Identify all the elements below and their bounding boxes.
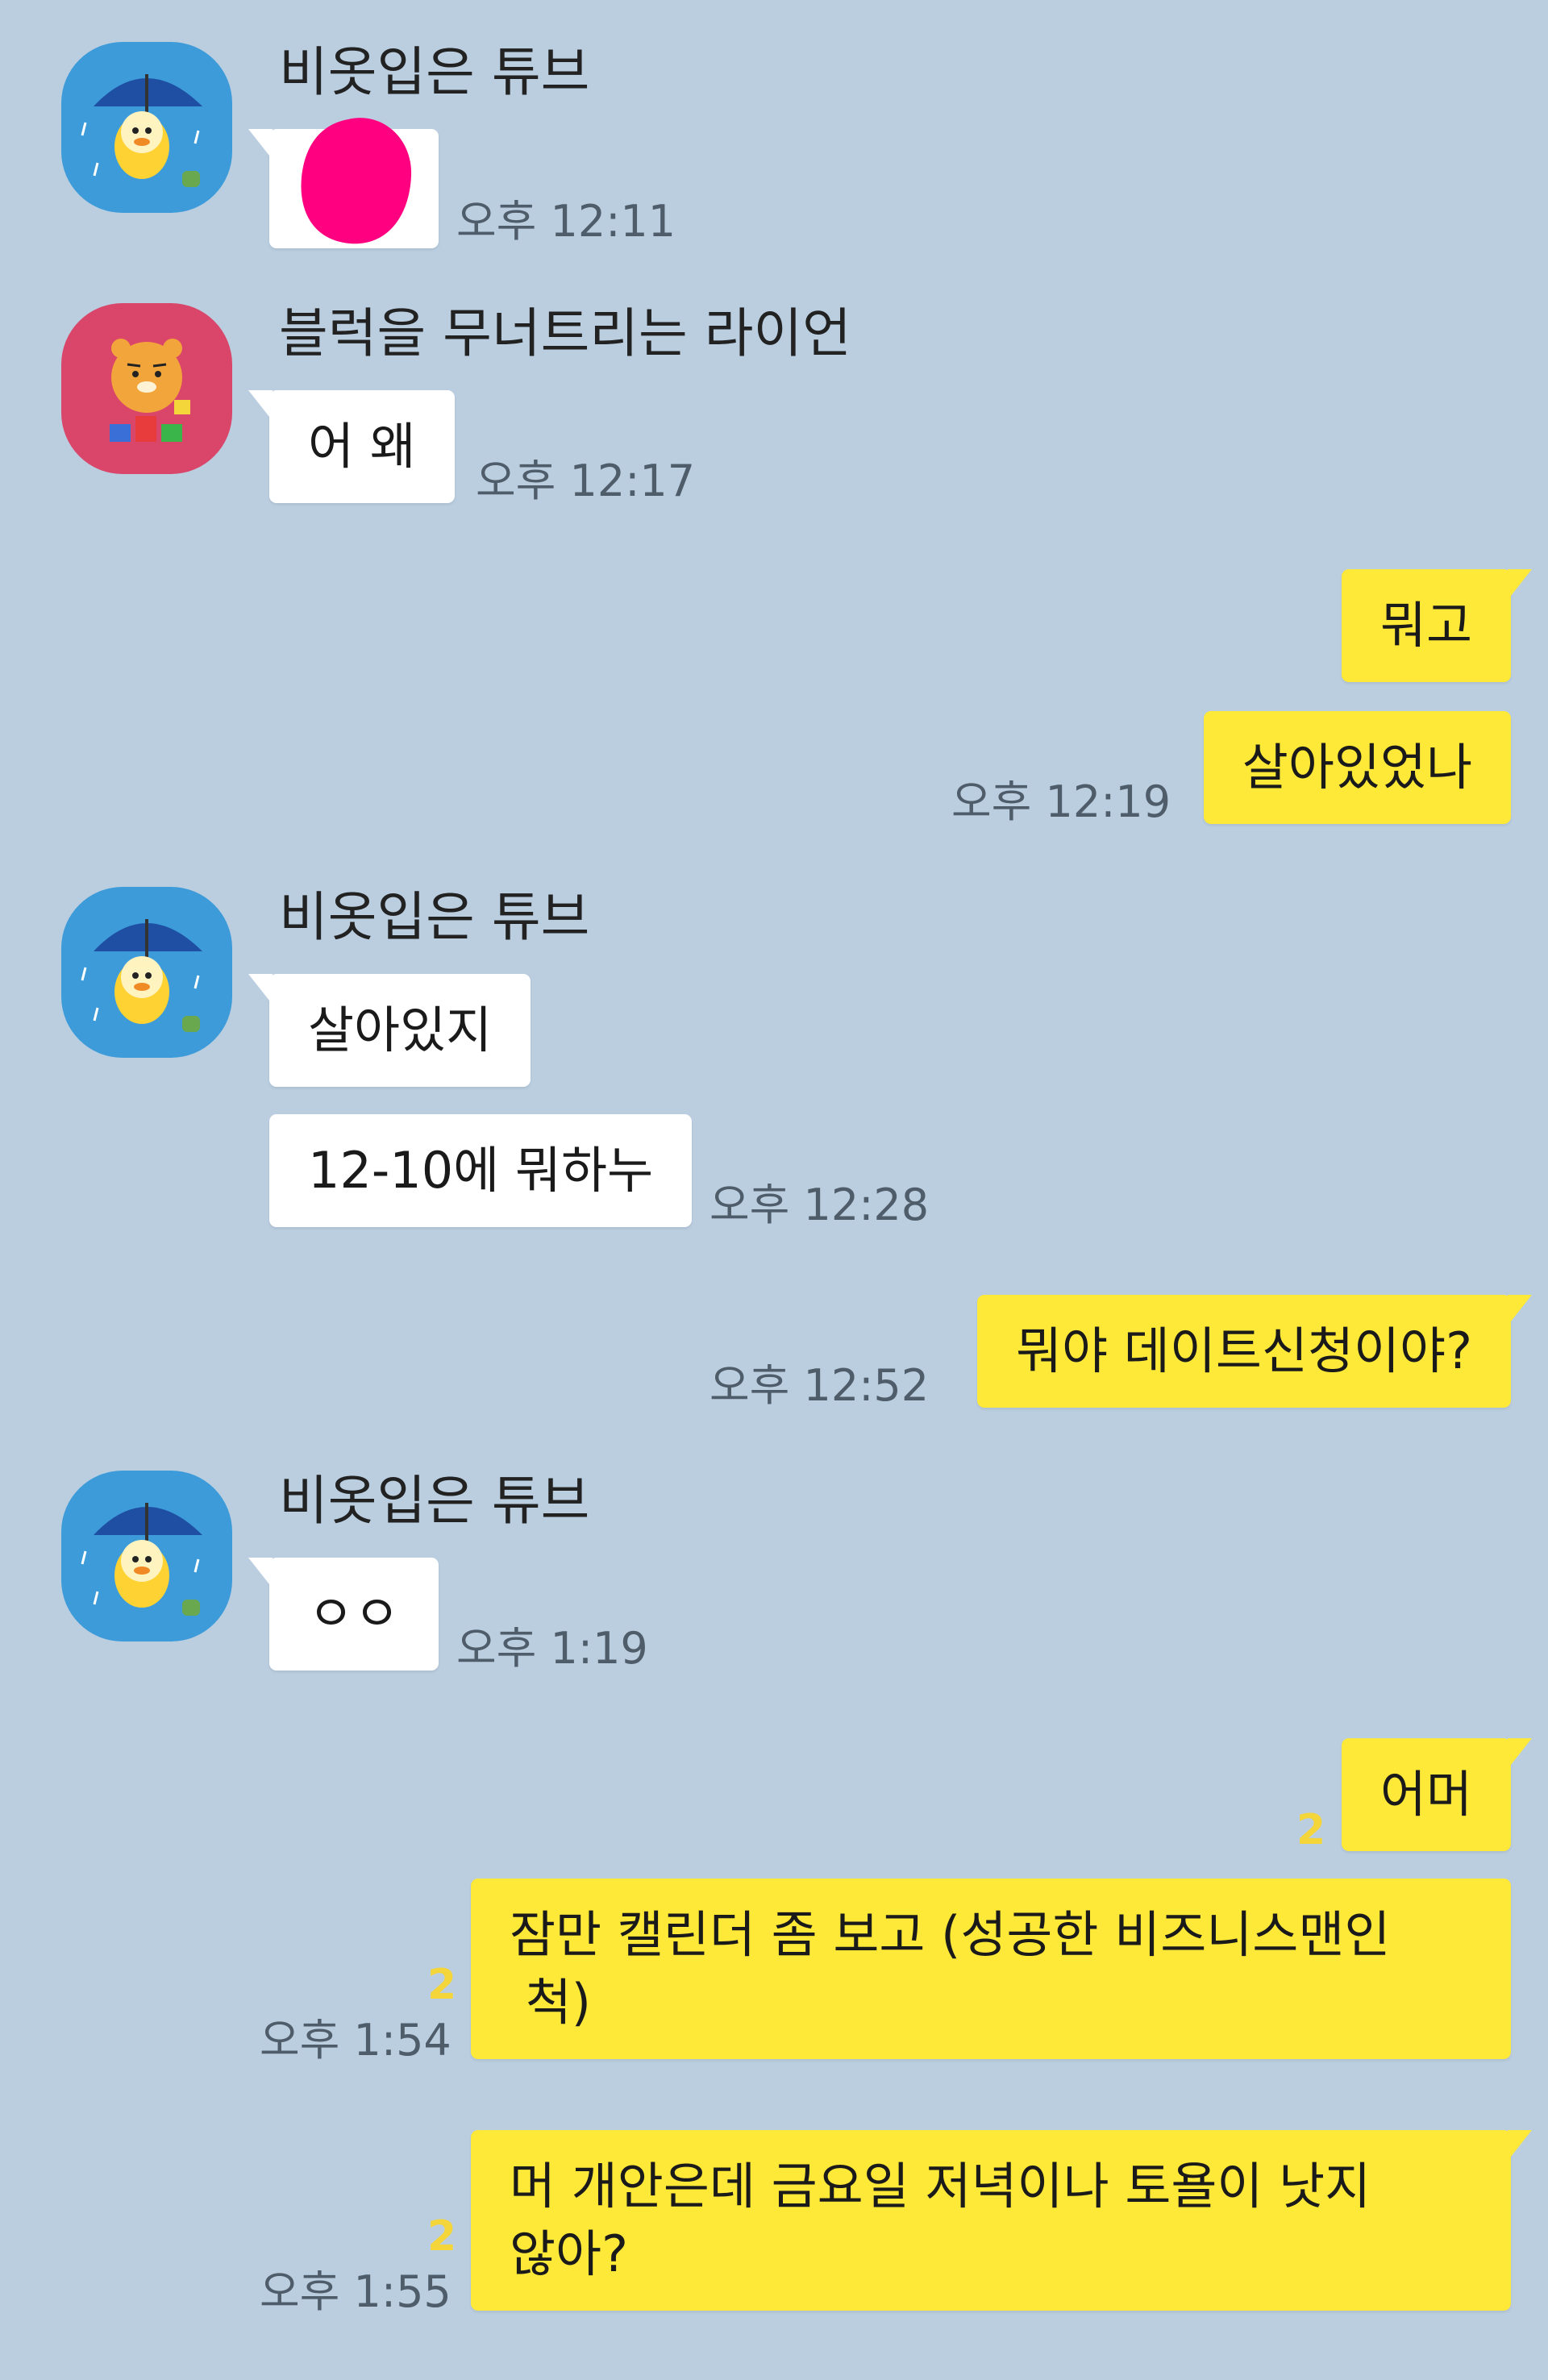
message-time: 오후 12:11: [456, 196, 676, 247]
message-time: 오후 1:19: [456, 1623, 648, 1674]
redaction-blob: [292, 113, 421, 250]
sender-name: 블럭을 무너트리는 라이언: [279, 302, 851, 364]
sender-name: 비옷입은 튜브: [279, 41, 590, 103]
unread-count: 2: [427, 1961, 457, 2009]
tube-raincoat-avatar-icon[interactable]: [61, 42, 232, 213]
message-bubble[interactable]: 살아있지: [248, 974, 531, 1087]
sender-name: 비옷입은 튜브: [279, 886, 590, 948]
message-bubble[interactable]: 잠만 캘린더 좀 보고 (성공한 비즈니스맨인 척): [471, 1879, 1511, 2059]
message-bubble[interactable]: 12-10에 뭐하누: [269, 1114, 693, 1227]
message-time: 오후 12:19: [951, 776, 1171, 827]
sender-name: 비옷입은 튜브: [279, 1470, 590, 1532]
ryan-blocks-avatar-icon[interactable]: [61, 303, 232, 474]
message-bubble[interactable]: ㅇㅇ: [248, 1558, 439, 1671]
message-bubble[interactable]: 뭐야 데이트신청이야?: [977, 1295, 1532, 1408]
tube-raincoat-avatar-icon[interactable]: [61, 1471, 232, 1641]
message-time: 오후 12:52: [710, 1360, 930, 1411]
message-bubble[interactable]: 어머: [1341, 1738, 1533, 1851]
tube-raincoat-avatar-icon[interactable]: [61, 887, 232, 1058]
message-bubble[interactable]: 머 개안은데 금요일 저녁이나 토욜이 낫지 않아?: [471, 2130, 1532, 2311]
unread-count: 2: [427, 2212, 457, 2261]
message-time: 오후 1:54: [260, 2015, 452, 2066]
message-bubble[interactable]: 뭐고: [1341, 569, 1533, 682]
message-bubble[interactable]: 살아있었나: [1203, 711, 1511, 824]
unread-count: 2: [1296, 1806, 1326, 1854]
message-time: 오후 12:17: [476, 456, 696, 506]
message-bubble[interactable]: 어 왜: [248, 390, 455, 503]
message-time: 오후 12:28: [710, 1180, 930, 1230]
message-time: 오후 1:55: [260, 2266, 452, 2317]
